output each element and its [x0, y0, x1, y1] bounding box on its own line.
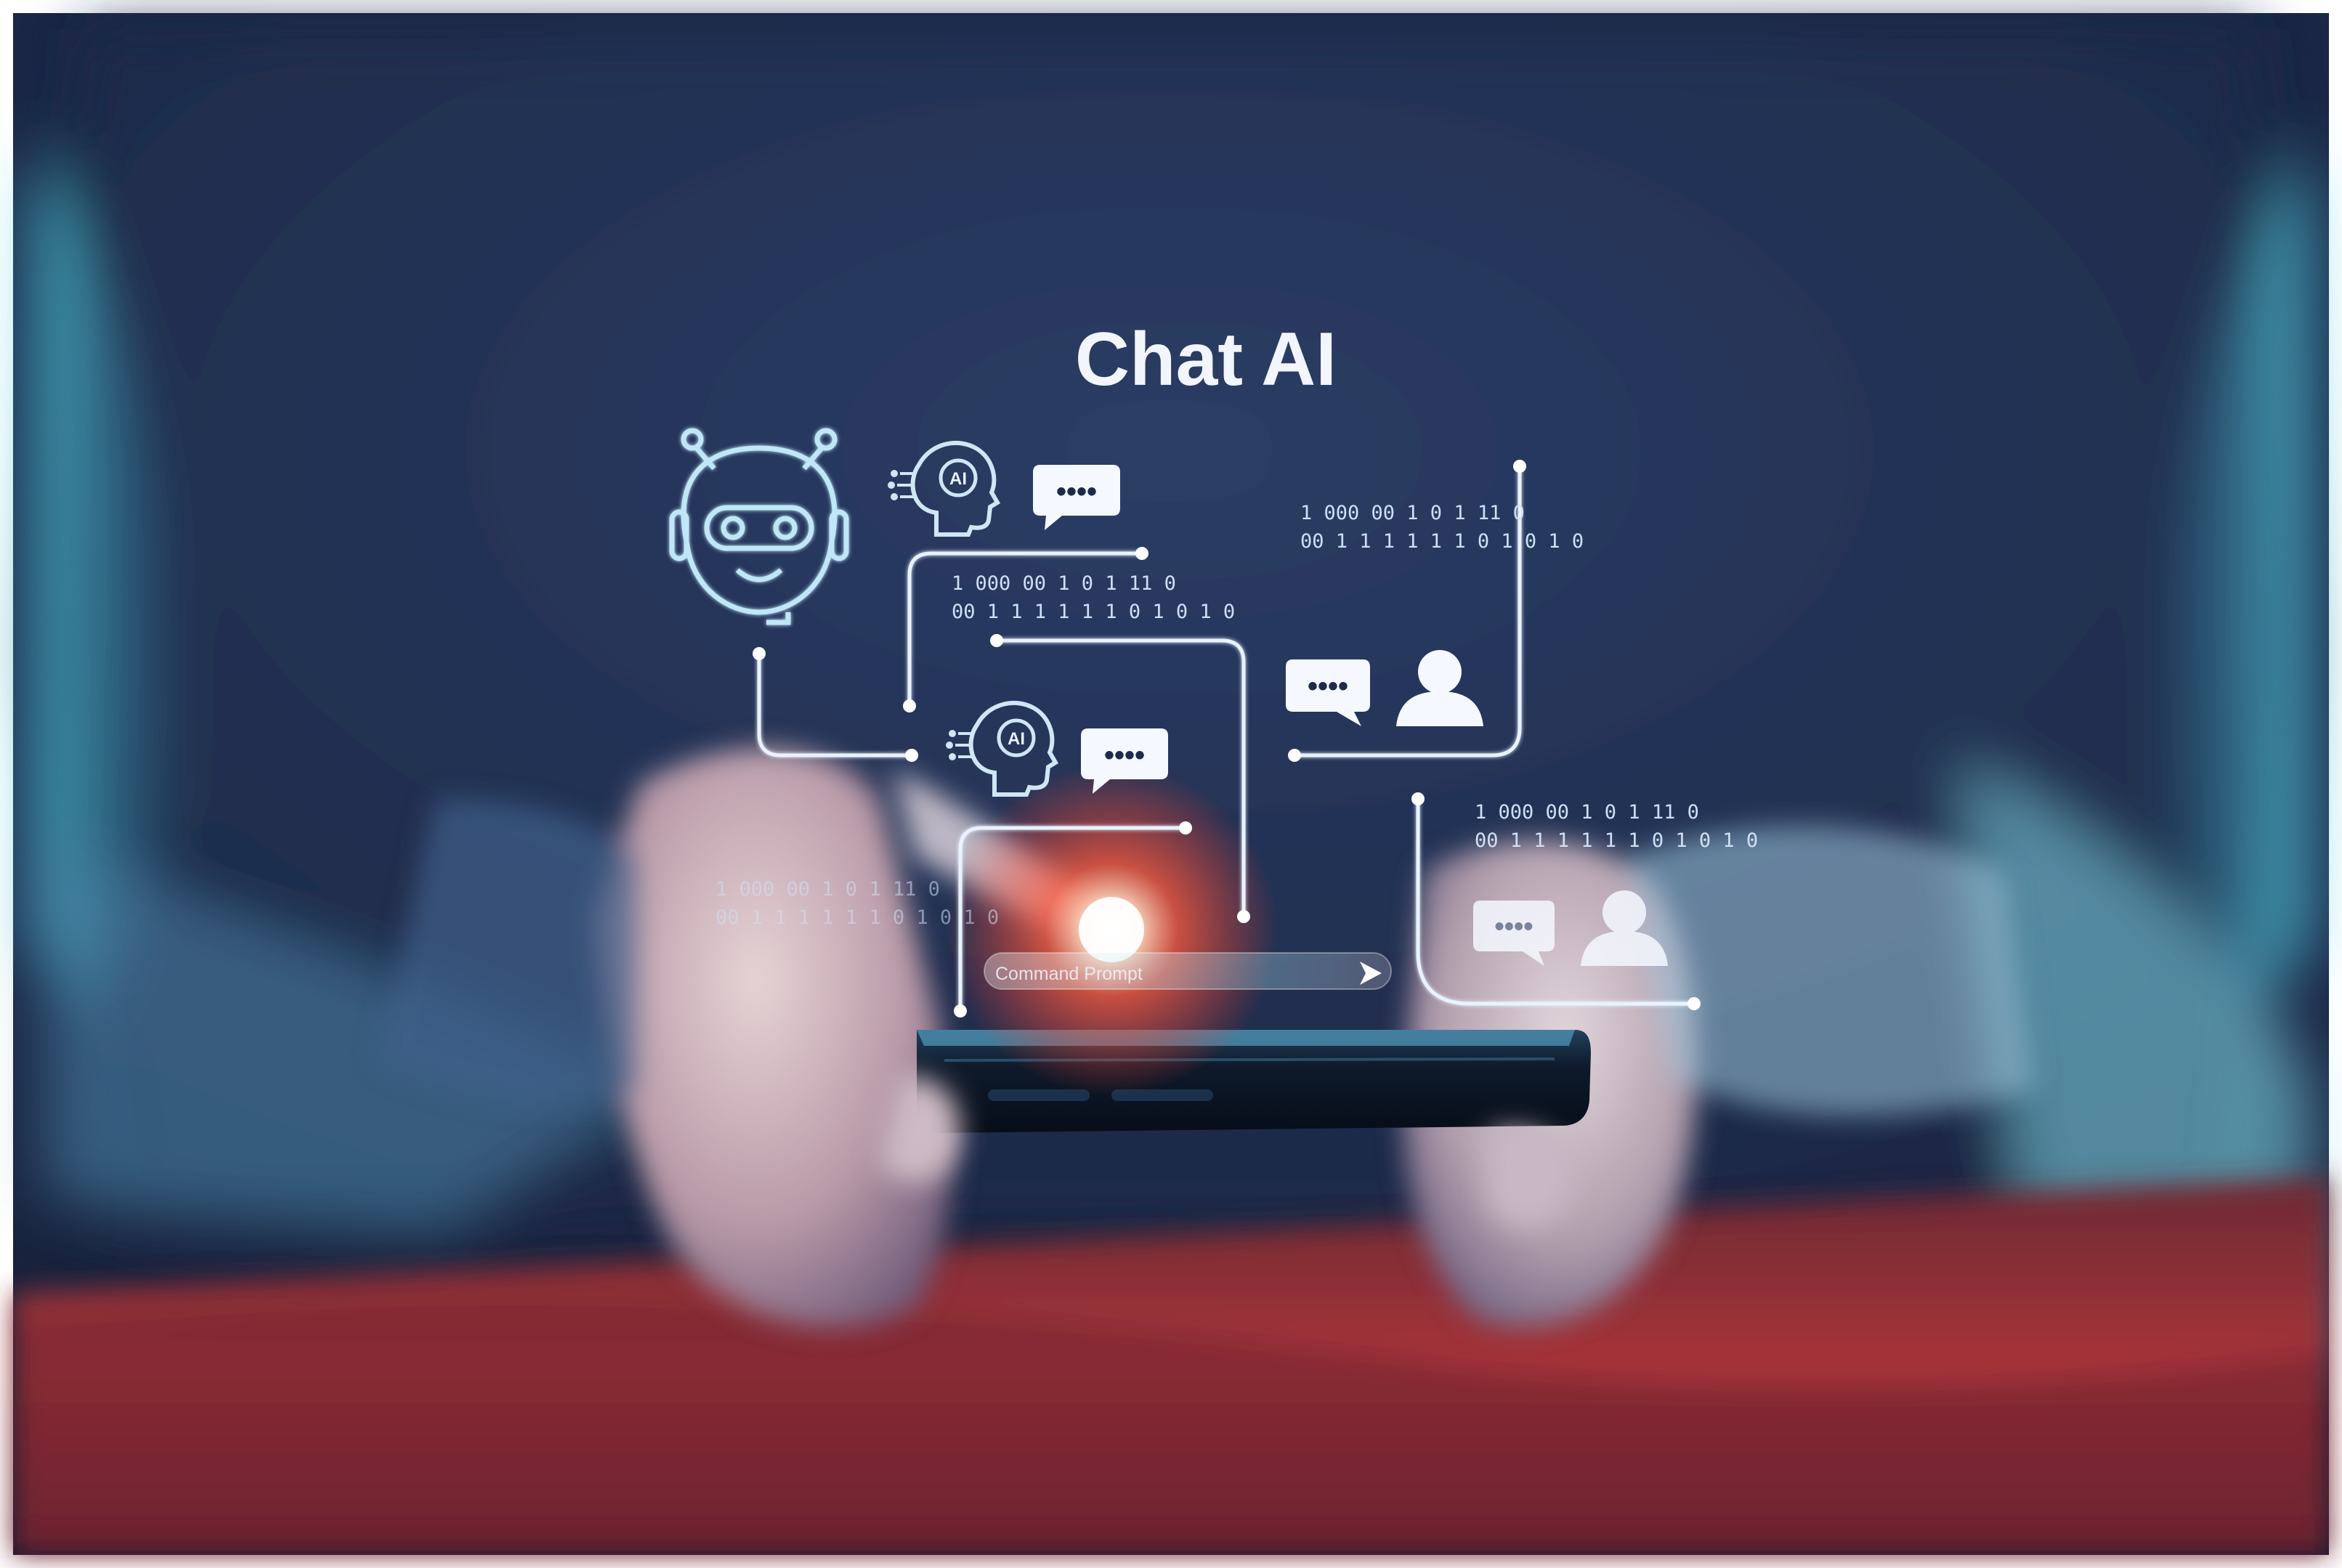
svg-text:••••: ••••	[1308, 670, 1348, 702]
svg-text:00 1 1 1 1 1 1 0 1 0 1 0: 00 1 1 1 1 1 1 0 1 0 1 0	[1475, 829, 1758, 852]
svg-text:1 000 00 1 0 1 11 0: 1 000 00 1 0 1 11 0	[1475, 801, 1699, 824]
svg-text:1 000 00 1 0 1 11 0: 1 000 00 1 0 1 11 0	[1300, 502, 1525, 524]
svg-text:00 1 1 1 1 1 1 0 1 0 1 0: 00 1 1 1 1 1 1 0 1 0 1 0	[716, 906, 999, 929]
command-prompt-label: Command Prompt	[995, 964, 1143, 984]
person-torso	[29, 29, 2313, 1380]
svg-text:1 000 00 1 0 1 11 0: 1 000 00 1 0 1 11 0	[952, 572, 1176, 595]
svg-text:00 1 1 1 1 1 1 0 1 0 1 0: 00 1 1 1 1 1 1 0 1 0 1 0	[952, 601, 1235, 623]
svg-text:00 1 1 1 1 1 1 0 1 0 1 0: 00 1 1 1 1 1 1 0 1 0 1 0	[1300, 530, 1584, 553]
command-prompt-bar[interactable]: Command Prompt	[984, 952, 1392, 990]
ai-badge-label: AI	[1008, 729, 1025, 749]
chat-ai-illustration: Command Prompt Chat AI AI AI •••• •••• •…	[0, 0, 2342, 1568]
svg-text:••••: ••••	[1056, 476, 1097, 508]
ai-badge-label: AI	[949, 469, 967, 489]
svg-text:••••: ••••	[1104, 739, 1145, 771]
chat-ai-scene: Command Prompt Chat AI AI AI •••• •••• •…	[0, 0, 2342, 1568]
svg-text:1 000 00 1 0 1 11 0: 1 000 00 1 0 1 11 0	[716, 878, 940, 901]
svg-text:••••: ••••	[1494, 911, 1533, 942]
page-title: Chat AI	[1075, 317, 1337, 402]
